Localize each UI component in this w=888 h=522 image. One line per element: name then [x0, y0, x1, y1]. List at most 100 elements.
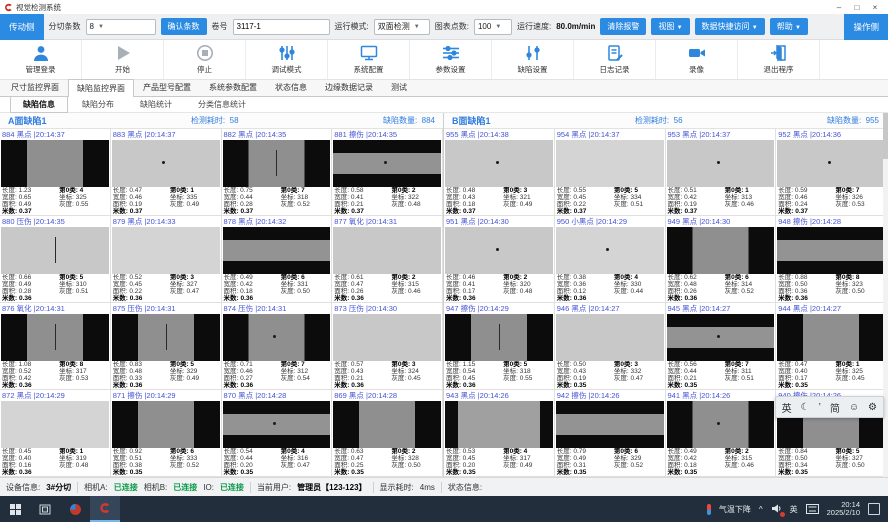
defect-cell[interactable]: 948 擦伤 |20:14:28 长度: 0.88 宽度: 0.50 面积: 0… — [776, 216, 887, 303]
strip-count-select[interactable]: 8▼ — [86, 19, 156, 35]
view-menu-button[interactable]: 视图 ▼ — [651, 18, 689, 35]
defect-cell[interactable]: 947 擦伤 |20:14:29 长度: 1.15 宽度: 0.54 面积: 0… — [444, 303, 555, 390]
start-button[interactable]: 开始 — [82, 40, 164, 79]
subtab-class-info-statistics[interactable]: 分类信息统计 — [186, 97, 258, 112]
tab-status-info[interactable]: 状态信息 — [266, 78, 316, 96]
debug-mode-button[interactable]: 调试模式 — [246, 40, 328, 79]
subtab-defect-statistics[interactable]: 缺陷统计 — [128, 97, 184, 112]
tab-size-monitor[interactable]: 尺寸监控界面 — [2, 78, 68, 96]
chart-points-select[interactable]: 100▼ — [474, 19, 512, 35]
help-menu-button[interactable]: 帮助 ▼ — [770, 18, 808, 35]
tray-chevron-icon[interactable]: ^ — [759, 505, 763, 514]
minimize-button[interactable]: – — [830, 3, 848, 12]
taskbar-app-inspection[interactable] — [90, 496, 120, 522]
defect-cell[interactable]: 873 压伤 |20:14:30 长度: 0.57 宽度: 0.43 面积: 0… — [332, 303, 443, 390]
defect-image[interactable] — [223, 140, 331, 187]
tab-test[interactable]: 测试 — [382, 78, 416, 96]
defect-cell[interactable]: 952 黑点 |20:14:36 长度: 0.59 宽度: 0.46 面积: 0… — [776, 129, 887, 216]
defect-cell[interactable]: 945 黑点 |20:14:27 长度: 0.56 宽度: 0.44 面积: 0… — [666, 303, 777, 390]
defect-image[interactable] — [556, 227, 664, 274]
start-button[interactable] — [0, 496, 30, 522]
defect-image[interactable] — [333, 227, 441, 274]
defect-cell[interactable]: 954 黑点 |20:14:37 长度: 0.55 宽度: 0.45 面积: 0… — [555, 129, 666, 216]
defect-cell[interactable]: 876 氧化 |20:14:31 长度: 1.08 宽度: 0.52 面积: 0… — [0, 303, 111, 390]
defect-image[interactable] — [445, 227, 553, 274]
defect-cell[interactable]: 878 黑点 |20:14:32 长度: 0.49 宽度: 0.42 面积: 0… — [222, 216, 333, 303]
defect-cell[interactable]: 871 擦伤 |20:14:29 长度: 0.92 宽度: 0.51 面积: 0… — [111, 390, 222, 477]
subtab-defect-distribution[interactable]: 缺陷分布 — [70, 97, 126, 112]
defect-image[interactable] — [223, 227, 331, 274]
admin-login-button[interactable]: 管理登录 — [0, 40, 82, 79]
tab-edge-data-record[interactable]: 边缘数据记录 — [316, 78, 382, 96]
defect-cell[interactable]: 951 黑点 |20:14:30 长度: 0.46 宽度: 0.41 面积: 0… — [444, 216, 555, 303]
defect-cell[interactable]: 872 黑点 |20:14:29 长度: 0.45 宽度: 0.40 面积: 0… — [0, 390, 111, 477]
language-indicator[interactable]: 英 — [790, 504, 798, 515]
defect-cell[interactable]: 879 黑点 |20:14:33 长度: 0.52 宽度: 0.45 面积: 0… — [111, 216, 222, 303]
param-settings-button[interactable]: 参数设置 — [410, 40, 492, 79]
defect-image[interactable] — [777, 314, 885, 361]
clear-alarm-button[interactable]: 清除报警 — [600, 18, 646, 35]
defect-cell[interactable]: 875 压伤 |20:14:31 长度: 0.83 宽度: 0.48 面积: 0… — [111, 303, 222, 390]
defect-cell[interactable]: 883 黑点 |20:14:37 长度: 0.47 宽度: 0.46 面积: 0… — [111, 129, 222, 216]
defect-image[interactable] — [112, 227, 220, 274]
ime-simplified-toggle[interactable]: 简 — [830, 400, 840, 415]
maximize-button[interactable]: □ — [848, 3, 866, 12]
exit-program-button[interactable]: 退出程序 — [738, 40, 820, 79]
log-record-button[interactable]: 日志记录 — [574, 40, 656, 79]
defect-cell[interactable]: 942 擦伤 |20:14:26 长度: 0.79 宽度: 0.49 面积: 0… — [555, 390, 666, 477]
defect-cell[interactable]: 880 压伤 |20:14:35 长度: 0.66 宽度: 0.49 面积: 0… — [0, 216, 111, 303]
defect-image[interactable] — [333, 314, 441, 361]
defect-image[interactable] — [1, 227, 109, 274]
defect-image[interactable] — [667, 314, 775, 361]
drive-side-button[interactable]: 传动侧 — [0, 14, 44, 40]
defect-cell[interactable]: 874 压伤 |20:14:31 长度: 0.71 宽度: 0.46 面积: 0… — [222, 303, 333, 390]
ime-emoji-icon[interactable]: ☺ — [849, 402, 859, 413]
defect-image[interactable] — [333, 140, 441, 187]
roll-number-input[interactable] — [233, 19, 330, 35]
system-config-button[interactable]: 系统配置 — [328, 40, 410, 79]
defect-image[interactable] — [223, 401, 331, 448]
defect-image[interactable] — [1, 314, 109, 361]
defect-image[interactable] — [1, 140, 109, 187]
tab-defect-monitor[interactable]: 缺陷监控界面 — [68, 79, 134, 97]
stop-button[interactable]: 停止 — [164, 40, 246, 79]
defect-cell[interactable]: 949 黑点 |20:14:30 长度: 0.62 宽度: 0.48 面积: 0… — [666, 216, 777, 303]
subtab-defect-info[interactable]: 缺陷信息 — [10, 96, 68, 113]
defect-image[interactable] — [556, 401, 664, 448]
defect-image[interactable] — [223, 314, 331, 361]
defect-image[interactable] — [445, 314, 553, 361]
defect-image[interactable] — [556, 140, 664, 187]
ime-punctuation-icon[interactable]: ’ — [819, 402, 821, 413]
close-button[interactable]: × — [866, 3, 884, 12]
defect-image[interactable] — [445, 401, 553, 448]
defect-image[interactable] — [1, 401, 109, 448]
weather-text[interactable]: 气温下降 — [719, 504, 751, 515]
operator-side-button[interactable]: 操作侧 — [844, 14, 888, 40]
ime-lang-toggle[interactable]: 英 — [782, 400, 792, 415]
notification-center-icon[interactable] — [868, 503, 880, 515]
scrollbar-thumb[interactable] — [883, 113, 888, 159]
defect-cell[interactable]: 869 黑点 |20:14:28 长度: 0.63 宽度: 0.47 面积: 0… — [332, 390, 443, 477]
run-mode-select[interactable]: 双面检测▼ — [374, 19, 430, 35]
defect-settings-button[interactable]: 缺陷设置 — [492, 40, 574, 79]
defect-image[interactable] — [777, 140, 885, 187]
defect-cell[interactable]: 950 小黑点 |20:14:29 长度: 0.38 宽度: 0.36 面积: … — [555, 216, 666, 303]
defect-image[interactable] — [333, 401, 441, 448]
defect-cell[interactable]: 953 黑点 |20:14:37 长度: 0.51 宽度: 0.42 面积: 0… — [666, 129, 777, 216]
defect-image[interactable] — [556, 314, 664, 361]
defect-image[interactable] — [112, 140, 220, 187]
defect-image[interactable] — [112, 314, 220, 361]
defect-cell[interactable]: 877 氧化 |20:14:31 长度: 0.61 宽度: 0.47 面积: 0… — [332, 216, 443, 303]
taskbar-app-browser[interactable] — [60, 496, 90, 522]
defect-image[interactable] — [667, 227, 775, 274]
defect-image[interactable] — [112, 401, 220, 448]
defect-image[interactable] — [777, 227, 885, 274]
record-video-button[interactable]: 录像 — [656, 40, 738, 79]
defect-cell[interactable]: 946 黑点 |20:14:27 长度: 0.50 宽度: 0.43 面积: 0… — [555, 303, 666, 390]
ime-halfwidth-icon[interactable]: ☾ — [801, 402, 810, 413]
data-quick-access-menu-button[interactable]: 数据快捷访问 ▼ — [695, 18, 765, 35]
defect-cell[interactable]: 943 黑点 |20:14:26 长度: 0.53 宽度: 0.45 面积: 0… — [444, 390, 555, 477]
defect-cell[interactable]: 944 黑点 |20:14:27 长度: 0.47 宽度: 0.40 面积: 0… — [776, 303, 887, 390]
defect-image[interactable] — [667, 401, 775, 448]
ime-settings-gear-icon[interactable]: ⚙ — [868, 402, 877, 413]
